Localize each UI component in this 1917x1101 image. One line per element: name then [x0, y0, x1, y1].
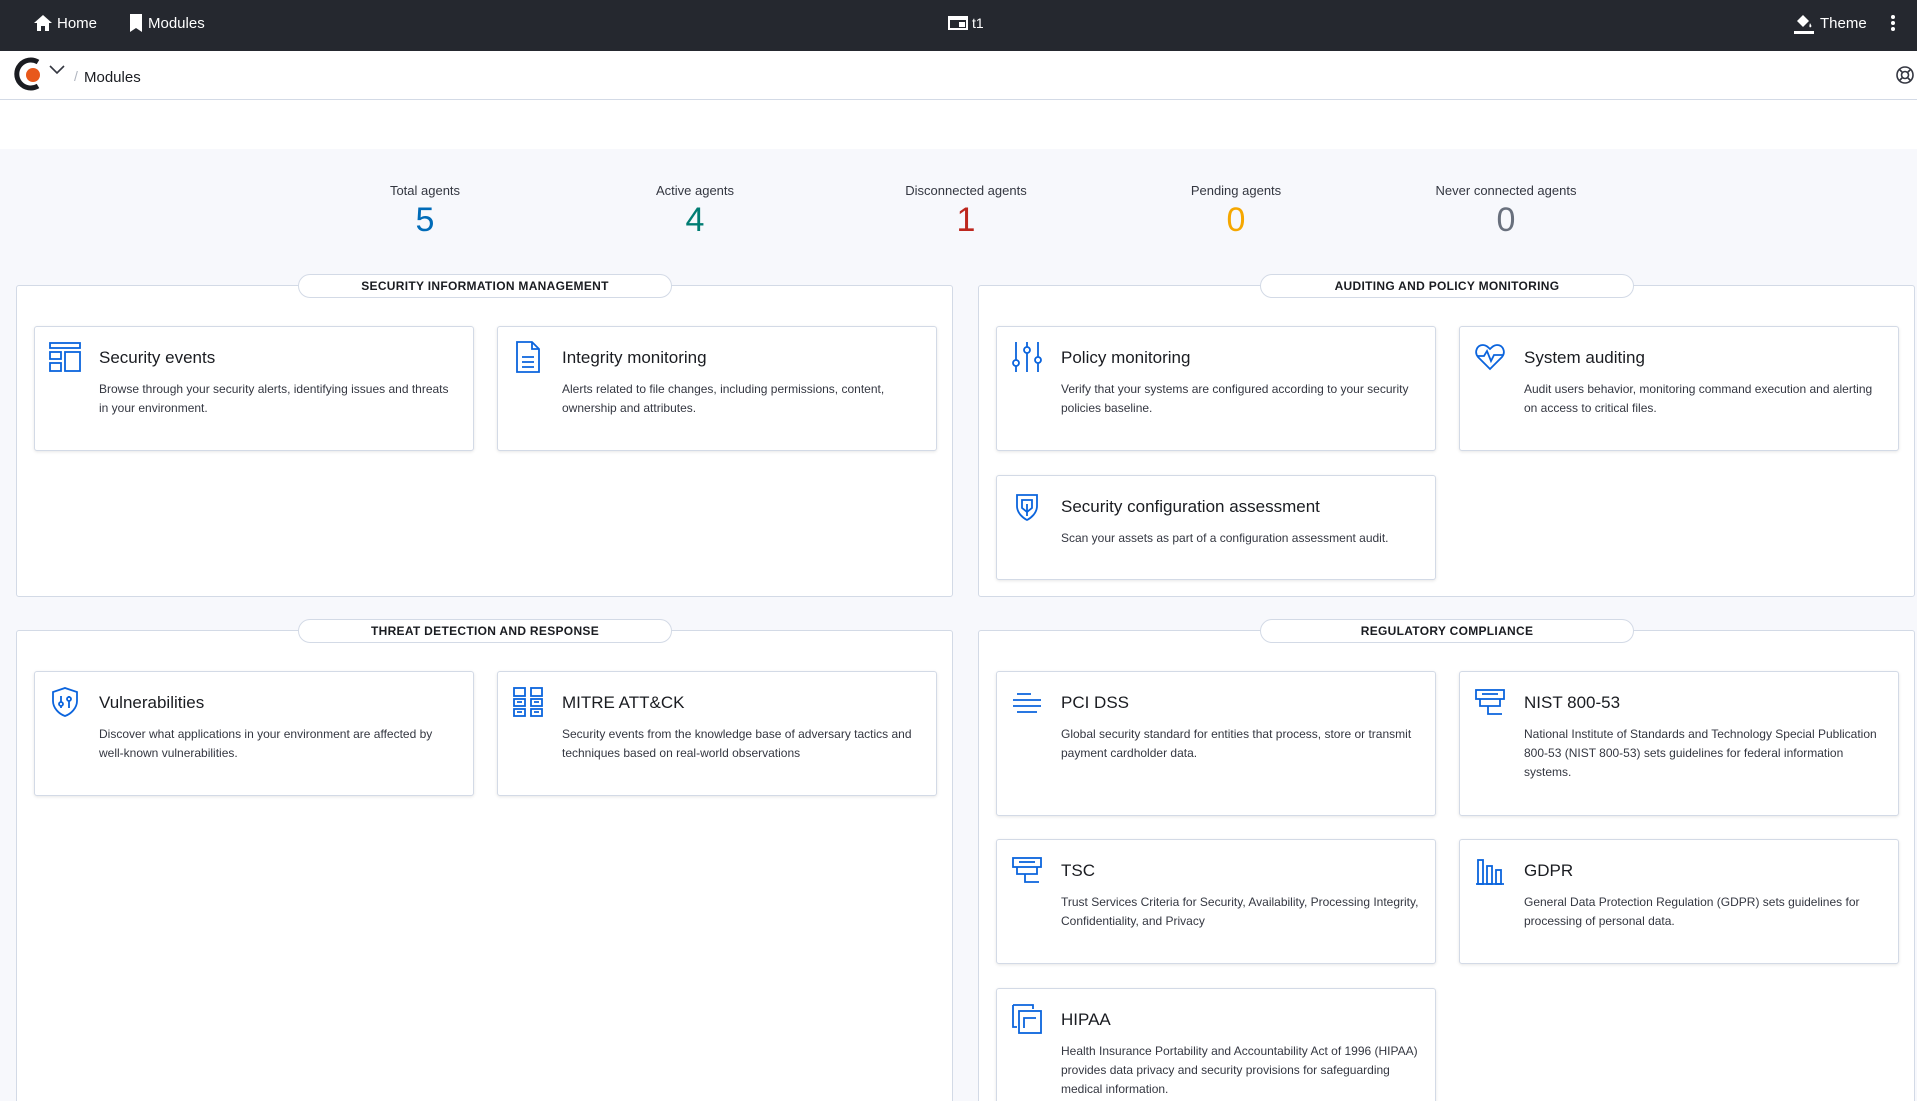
tenant-selector[interactable]: t1 [948, 0, 984, 46]
module-card-tsc[interactable]: TSC Trust Services Criteria for Security… [996, 839, 1436, 964]
card-title: MITRE ATT&CK [562, 693, 685, 712]
card-description: Security events from the knowledge base … [562, 727, 912, 760]
module-card-mitre-attack[interactable]: MITRE ATT&CK Security events from the kn… [497, 671, 937, 796]
module-card-security-configuration-assessment[interactable]: Security configuration assessment Scan y… [996, 475, 1436, 580]
stat-never-connected-agents[interactable]: Never connected agents 0 [1396, 183, 1616, 240]
home-icon [34, 15, 52, 31]
chevron-down-icon[interactable] [48, 63, 66, 77]
section-threat-detection-and-response: THREAT DETECTION AND RESPONSE Vulnerabil… [16, 619, 953, 1101]
module-card-gdpr[interactable]: GDPR General Data Protection Regulation … [1459, 839, 1899, 964]
theme-button[interactable]: Theme [1792, 0, 1867, 46]
stat-value[interactable]: 0 [1126, 200, 1346, 240]
bar-chart-icon [1474, 854, 1506, 886]
module-card-integrity-monitoring[interactable]: Integrity monitoring Alerts related to f… [497, 326, 937, 451]
module-card-hipaa[interactable]: HIPAA Health Insurance Portability and A… [996, 988, 1436, 1101]
card-description: Health Insurance Portability and Account… [1061, 1044, 1418, 1096]
security-events-icon [49, 341, 81, 373]
module-card-vulnerabilities[interactable]: Vulnerabilities Discover what applicatio… [34, 671, 474, 796]
card-description: Verify that your systems are configured … [1061, 382, 1409, 415]
monitor-icon [1474, 686, 1506, 718]
stat-value[interactable]: 5 [315, 200, 535, 240]
card-description: Trust Services Criteria for Security, Av… [1061, 895, 1419, 928]
breadcrumb-current: Modules [84, 69, 141, 86]
section-title: THREAT DETECTION AND RESPONSE [298, 619, 672, 643]
card-description: Global security standard for entities th… [1061, 727, 1412, 760]
module-card-security-events[interactable]: Security events Browse through your secu… [34, 326, 474, 451]
document-icon [512, 341, 544, 373]
home-label: Home [57, 14, 98, 32]
module-card-system-auditing[interactable]: System auditing Audit users behavior, mo… [1459, 326, 1899, 451]
card-title: Integrity monitoring [562, 348, 707, 367]
card-description: Audit users behavior, monitoring command… [1524, 382, 1873, 415]
card-title: Security configuration assessment [1061, 497, 1320, 516]
app-logo-icon[interactable] [10, 56, 46, 92]
stat-value[interactable]: 4 [585, 200, 805, 240]
copy-icon [1011, 1003, 1043, 1035]
top-navigation-bar: Home Modules t1 Theme [0, 0, 1917, 51]
tenant-label: t1 [972, 15, 984, 31]
card-description: Browse through your security alerts, ide… [99, 382, 449, 415]
heartbeat-icon [1474, 341, 1506, 373]
grid-icon [512, 686, 544, 718]
lines-icon [1011, 686, 1043, 718]
shield-gear-icon [49, 686, 81, 718]
stat-label: Pending agents [1190, 183, 1282, 198]
more-menu-button[interactable] [1886, 0, 1900, 46]
card-description: Alerts related to file changes, includin… [562, 382, 885, 415]
card-title: PCI DSS [1061, 693, 1130, 712]
stat-label: Never connected agents [1435, 183, 1577, 198]
module-card-nist-800-53[interactable]: NIST 800-53 National Institute of Standa… [1459, 671, 1899, 816]
card-title: System auditing [1524, 348, 1645, 367]
home-link[interactable]: Home [33, 0, 97, 46]
stat-label: Disconnected agents [905, 183, 1027, 198]
theme-label: Theme [1820, 14, 1867, 32]
sliders-icon [1011, 341, 1043, 373]
section-auditing-and-policy-monitoring: AUDITING AND POLICY MONITORING Policy mo… [978, 274, 1915, 597]
card-title: Policy monitoring [1061, 348, 1191, 367]
section-title: SECURITY INFORMATION MANAGEMENT [298, 274, 672, 298]
breadcrumb-bar: / Modules [0, 51, 1917, 100]
card-title: HIPAA [1061, 1010, 1111, 1029]
monitor-icon [1011, 854, 1043, 886]
card-description: Discover what applications in your envir… [99, 727, 433, 760]
stat-value[interactable]: 0 [1396, 200, 1616, 240]
module-card-policy-monitoring[interactable]: Policy monitoring Verify that your syste… [996, 326, 1436, 451]
card-description: Scan your assets as part of a configurat… [1061, 531, 1389, 545]
help-lifebuoy-icon[interactable] [1895, 65, 1915, 85]
card-title: GDPR [1524, 861, 1574, 880]
shield-check-icon [1011, 490, 1043, 522]
card-description: General Data Protection Regulation (GDPR… [1524, 895, 1860, 928]
stat-active-agents[interactable]: Active agents 4 [585, 183, 805, 240]
modules-link[interactable]: Modules [128, 0, 205, 46]
breadcrumb-separator: / [74, 68, 78, 84]
stat-pending-agents[interactable]: Pending agents 0 [1126, 183, 1346, 240]
stat-label: Active agents [655, 183, 735, 198]
bookmark-icon [130, 14, 142, 32]
paint-bucket-icon [1794, 15, 1814, 34]
card-title: NIST 800-53 [1524, 693, 1621, 712]
section-regulatory-compliance: REGULATORY COMPLIANCE PCI DSS Global sec… [978, 619, 1915, 1101]
card-description: National Institute of Standards and Tech… [1524, 727, 1877, 779]
modules-label: Modules [148, 14, 205, 32]
section-title: REGULATORY COMPLIANCE [1260, 619, 1634, 643]
section-security-information-management: SECURITY INFORMATION MANAGEMENT Security… [16, 274, 953, 597]
browser-window-icon [948, 16, 968, 30]
stat-value[interactable]: 1 [856, 200, 1076, 240]
stat-label: Total agents [389, 183, 461, 198]
card-title: TSC [1061, 861, 1095, 880]
stat-disconnected-agents[interactable]: Disconnected agents 1 [856, 183, 1076, 240]
vertical-dots-icon [1891, 15, 1895, 31]
section-title: AUDITING AND POLICY MONITORING [1260, 274, 1634, 298]
module-card-pci-dss[interactable]: PCI DSS Global security standard for ent… [996, 671, 1436, 816]
stat-total-agents[interactable]: Total agents 5 [315, 183, 535, 240]
card-title: Vulnerabilities [99, 693, 205, 712]
card-title: Security events [99, 348, 216, 367]
